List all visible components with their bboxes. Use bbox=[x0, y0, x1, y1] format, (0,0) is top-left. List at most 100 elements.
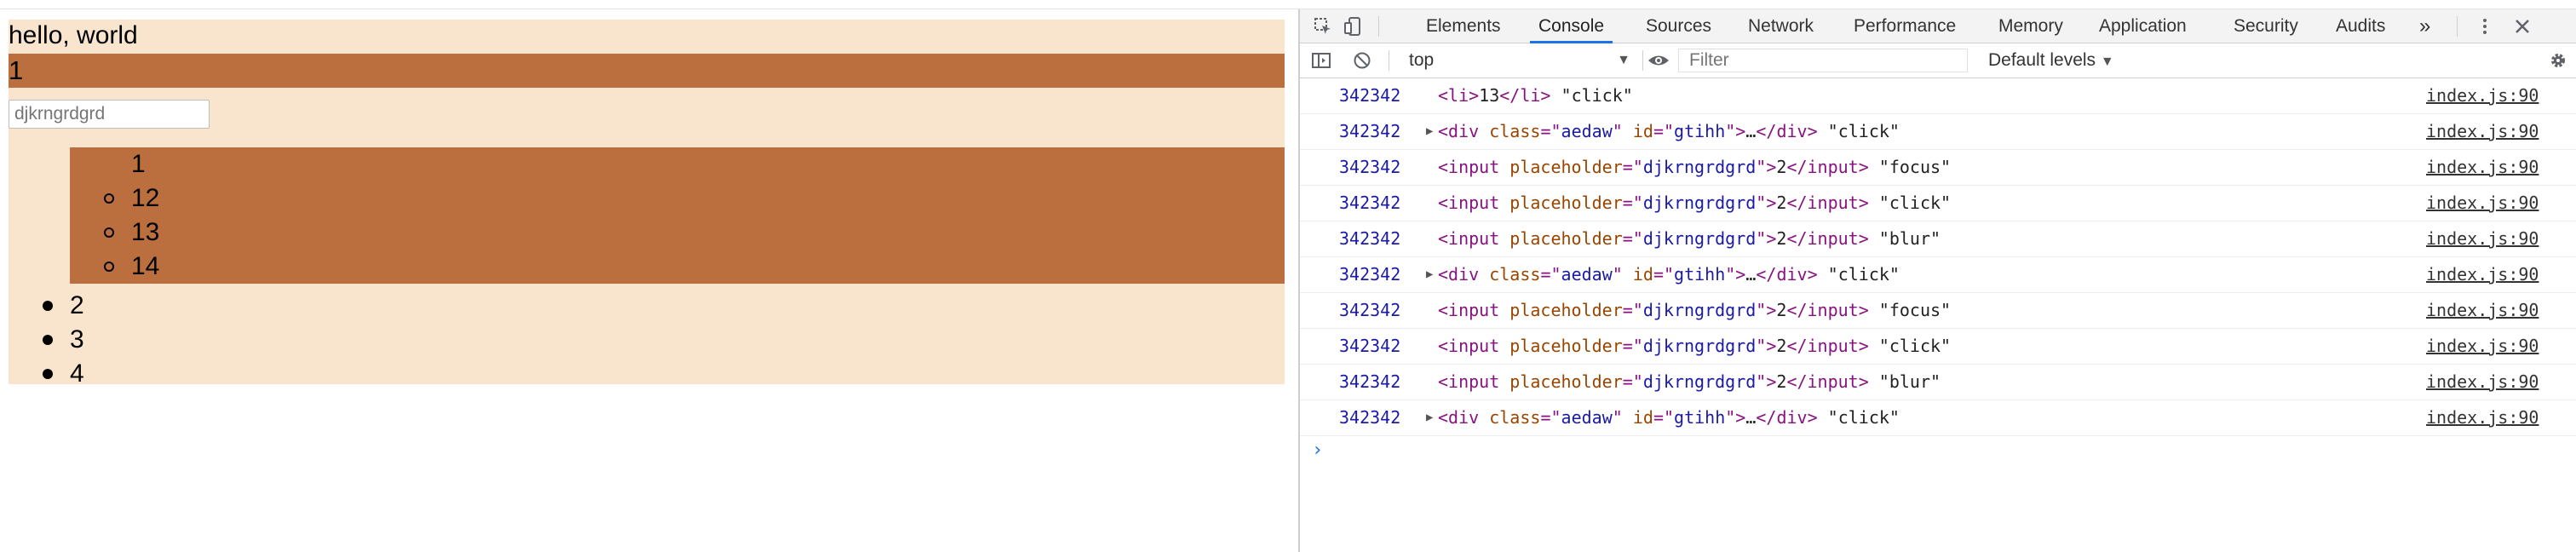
highlight-bar[interactable]: 1 bbox=[9, 54, 1285, 88]
log-source-link[interactable]: index.js:90 bbox=[2426, 150, 2539, 184]
settings-gear-icon[interactable] bbox=[2549, 51, 2567, 70]
log-source-link[interactable]: index.js:90 bbox=[2426, 186, 2539, 220]
list-item[interactable]: 4 bbox=[70, 357, 84, 391]
log-message[interactable]: <div class="aedaw" id="gtihh">…</div> "c… bbox=[1438, 400, 1900, 434]
log-token: placeholder bbox=[1509, 300, 1623, 320]
console-log-row[interactable]: 342342 <input placeholder="djkrngrdgrd">2… bbox=[1300, 293, 2576, 329]
device-toggle-icon[interactable] bbox=[1344, 17, 1363, 36]
log-token: <input bbox=[1438, 193, 1510, 213]
log-message[interactable]: <div class="aedaw" id="gtihh">…</div> "c… bbox=[1438, 257, 1900, 291]
log-token: "> bbox=[1756, 157, 1777, 177]
log-message[interactable]: <input placeholder="djkrngrdgrd">2</inpu… bbox=[1438, 221, 1941, 256]
console-log-row[interactable]: 342342 <input placeholder="djkrngrdgrd">2… bbox=[1300, 329, 2576, 365]
log-token: gtihh bbox=[1674, 407, 1726, 428]
log-source-link[interactable]: index.js:90 bbox=[2426, 400, 2539, 434]
log-source-link[interactable]: index.js:90 bbox=[2426, 365, 2539, 399]
live-expression-icon[interactable] bbox=[1647, 51, 1669, 70]
tab-sources[interactable]: Sources bbox=[1644, 9, 1713, 43]
disc-bullet-icon bbox=[43, 301, 53, 311]
nested-list-item[interactable]: 13 bbox=[131, 216, 159, 250]
log-token: "> bbox=[1756, 300, 1777, 320]
text-input[interactable] bbox=[9, 100, 210, 129]
log-source-link[interactable]: index.js:90 bbox=[2426, 114, 2539, 148]
console-log-row[interactable]: 342342 <input placeholder="djkrngrdgrd">2… bbox=[1300, 150, 2576, 186]
context-selector[interactable]: top ▼ bbox=[1409, 49, 1630, 72]
console-prompt-row[interactable]: › bbox=[1300, 436, 2576, 471]
console-log-row[interactable]: 342342 <input placeholder="djkrngrdgrd">2… bbox=[1300, 186, 2576, 221]
log-token: aedaw bbox=[1561, 264, 1613, 285]
log-token: </div> bbox=[1756, 407, 1818, 428]
log-message[interactable]: <div class="aedaw" id="gtihh">…</div> "c… bbox=[1438, 114, 1900, 148]
log-token: 2 bbox=[1776, 336, 1787, 356]
console-log-row[interactable]: 342342 ▶ <div class="aedaw" id="gtihh">…</… bbox=[1300, 400, 2576, 436]
nested-list-item[interactable]: 12 bbox=[131, 181, 159, 216]
console-log-row[interactable]: 342342 <input placeholder="djkrngrdgrd">2… bbox=[1300, 365, 2576, 400]
list-item[interactable]: 3 bbox=[70, 323, 84, 357]
tab-audits[interactable]: Audits bbox=[2334, 9, 2387, 43]
nested-list-box[interactable]: 1 12 13 14 bbox=[70, 147, 1285, 284]
tab-separator bbox=[1378, 16, 1379, 37]
console-log-row[interactable]: 342342 ▶ <div class="aedaw" id="gtihh">…</… bbox=[1300, 114, 2576, 150]
console-log-row[interactable]: 342342 <li>13</li> "click" index.js:90 bbox=[1300, 78, 2576, 114]
circle-bullet-icon bbox=[104, 227, 114, 238]
log-token: </input> bbox=[1786, 371, 1869, 392]
nested-list-item[interactable]: 14 bbox=[131, 250, 159, 284]
log-source-link[interactable]: index.js:90 bbox=[2426, 293, 2539, 327]
log-token: =" bbox=[1653, 121, 1675, 141]
log-token: djkrngrdgrd bbox=[1642, 193, 1757, 213]
dropdown-arrow-icon: ▼ bbox=[1617, 53, 1630, 67]
log-token: "blur" bbox=[1868, 228, 1941, 249]
log-token: "> bbox=[1756, 336, 1777, 356]
log-source-link[interactable]: index.js:90 bbox=[2426, 329, 2539, 363]
log-token: <div bbox=[1438, 407, 1490, 428]
console-log-row[interactable]: 342342 <input placeholder="djkrngrdgrd">2… bbox=[1300, 221, 2576, 257]
log-token: aedaw bbox=[1561, 407, 1613, 428]
log-token: djkrngrdgrd bbox=[1642, 371, 1757, 392]
tab-memory[interactable]: Memory bbox=[1997, 9, 2065, 43]
list-item[interactable]: 2 bbox=[70, 289, 84, 323]
log-token: placeholder bbox=[1509, 371, 1623, 392]
log-token: </input> bbox=[1786, 300, 1869, 320]
log-token: <input bbox=[1438, 157, 1510, 177]
log-message[interactable]: <input placeholder="djkrngrdgrd">2</inpu… bbox=[1438, 329, 1951, 363]
nested-list-item[interactable]: 1 bbox=[131, 147, 146, 181]
log-token: gtihh bbox=[1674, 264, 1726, 285]
bar-text: 1 bbox=[9, 55, 24, 85]
console-log-row[interactable]: 342342 ▶ <div class="aedaw" id="gtihh">…</… bbox=[1300, 257, 2576, 293]
sidebar-toggle-icon[interactable] bbox=[1312, 51, 1331, 70]
tab-application[interactable]: Application bbox=[2097, 9, 2188, 43]
log-levels-dropdown[interactable]: Default levels ▼ bbox=[1988, 49, 2114, 72]
log-token: "blur" bbox=[1868, 371, 1941, 392]
close-icon[interactable] bbox=[2513, 17, 2532, 36]
log-token: class bbox=[1489, 264, 1541, 285]
more-tabs-button[interactable]: » bbox=[2418, 9, 2432, 43]
console-filter-input[interactable] bbox=[1678, 49, 1968, 72]
expand-triangle-icon[interactable]: ▶ bbox=[1426, 114, 1433, 148]
log-message[interactable]: <li>13</li> "click" bbox=[1438, 78, 1633, 112]
inspect-icon[interactable] bbox=[1314, 17, 1332, 36]
expand-triangle-icon[interactable]: ▶ bbox=[1426, 400, 1433, 434]
log-value: 342342 bbox=[1339, 228, 1401, 249]
log-message[interactable]: <input placeholder="djkrngrdgrd">2</inpu… bbox=[1438, 293, 1951, 327]
log-source-link[interactable]: index.js:90 bbox=[2426, 78, 2539, 112]
log-token: 2 bbox=[1776, 228, 1787, 249]
log-token: placeholder bbox=[1509, 157, 1623, 177]
clear-console-icon[interactable] bbox=[1353, 51, 1371, 70]
kebab-menu-icon[interactable] bbox=[2475, 17, 2494, 36]
log-token: =" bbox=[1540, 407, 1561, 428]
log-token: =" bbox=[1622, 371, 1643, 392]
tab-performance[interactable]: Performance bbox=[1852, 9, 1958, 43]
log-source-link[interactable]: index.js:90 bbox=[2426, 221, 2539, 256]
log-source-link[interactable]: index.js:90 bbox=[2426, 257, 2539, 291]
log-message[interactable]: <input placeholder="djkrngrdgrd">2</inpu… bbox=[1438, 365, 1941, 399]
expand-triangle-icon[interactable]: ▶ bbox=[1426, 257, 1433, 291]
tab-elements[interactable]: Elements bbox=[1424, 9, 1503, 43]
tab-console[interactable]: Console bbox=[1529, 9, 1613, 43]
log-message[interactable]: <input placeholder="djkrngrdgrd">2</inpu… bbox=[1438, 150, 1951, 184]
tab-network[interactable]: Network bbox=[1746, 9, 1815, 43]
tab-security[interactable]: Security bbox=[2232, 9, 2300, 43]
log-message[interactable]: <input placeholder="djkrngrdgrd">2</inpu… bbox=[1438, 186, 1951, 220]
log-value: 342342 bbox=[1339, 371, 1401, 392]
log-token: placeholder bbox=[1509, 228, 1623, 249]
log-value: 342342 bbox=[1339, 193, 1401, 213]
